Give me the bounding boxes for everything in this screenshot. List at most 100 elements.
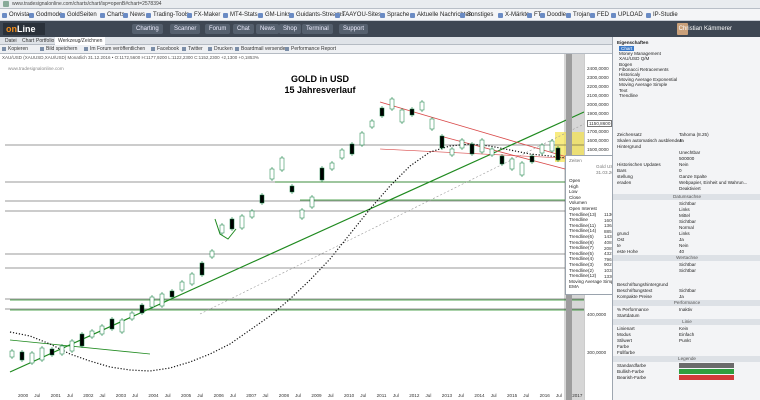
nav-tab-shop[interactable]: Shop	[279, 24, 302, 34]
user-name[interactable]: Christian Kämmerer	[679, 24, 732, 34]
line_props-dropdown-icon-2[interactable]	[753, 339, 757, 343]
line_props-value-2[interactable]: Punkt	[679, 338, 691, 343]
chart-area[interactable]: 2000 Jul 2001 Jul 2002 Jul 2003 Jul 2004 Jul 2005 J…	[0, 54, 612, 400]
data_props-dropdown-icon-5[interactable]	[753, 232, 757, 236]
toolbar-button-1[interactable]: Bild speichern	[40, 46, 77, 53]
data_props-value-5[interactable]: Links	[679, 231, 690, 236]
price_props-dropdown-icon-1[interactable]	[753, 269, 757, 273]
bookmark-3[interactable]: Charts	[100, 10, 125, 20]
bookmark-10[interactable]: TAAYOU-Sites	[335, 10, 381, 20]
lower_props-dropdown-icon-0[interactable]	[753, 283, 757, 287]
indicator-item-2[interactable]: Low	[569, 189, 577, 194]
data_props-value-1[interactable]: Links	[679, 207, 690, 212]
bookmark-8[interactable]: GM-Links	[258, 10, 291, 20]
toolbar-button-7[interactable]: Performance Report	[285, 46, 336, 53]
indicator-item-13[interactable]: Trendline(5)	[569, 251, 594, 256]
legend_props-dropdown-icon-1[interactable]	[753, 370, 757, 374]
address-bar[interactable]: www.tradesignalonline.com/charts/chart/i…	[0, 0, 760, 9]
line_props-dropdown-icon-1[interactable]	[753, 333, 757, 337]
price_props-dropdown-icon-0[interactable]	[753, 263, 757, 267]
indicator-item-9[interactable]: Trendline(14)	[569, 228, 596, 233]
line_props-dropdown-icon-4[interactable]	[753, 351, 757, 355]
indicator-item-8[interactable]: Trendline(11)	[569, 223, 596, 228]
indicator-item-14[interactable]: Trendline(4)	[569, 256, 594, 261]
chart_props-value-6[interactable]: 0	[679, 168, 682, 173]
data_props-value-8[interactable]: 40	[679, 249, 684, 254]
chart_props-dropdown-icon-3[interactable]	[753, 151, 757, 155]
data_props-value-2[interactable]: Mittel	[679, 213, 690, 218]
bookmark-20[interactable]: IP-Studie	[646, 10, 678, 20]
perf_props-value-0[interactable]: Inaktiv	[679, 307, 692, 312]
legend-bullish-swatch[interactable]	[679, 369, 734, 374]
perf_props-dropdown-icon-1[interactable]	[753, 314, 757, 318]
data_props-dropdown-icon-7[interactable]	[753, 244, 757, 248]
data_props-value-0[interactable]: Sichtbar	[679, 201, 696, 206]
indicator-item-12[interactable]: Trendline(7)	[569, 245, 594, 250]
toolbar-button-6[interactable]: Boardmail versenden	[235, 46, 288, 53]
nav-tab-scanner[interactable]: Scanner	[170, 24, 201, 34]
logo[interactable]: onLine	[3, 23, 45, 35]
indicator-item-16[interactable]: Trendline(2)	[569, 268, 594, 273]
tree-item-9[interactable]: Trendline	[619, 93, 638, 98]
bookmark-11[interactable]: Sprache	[380, 10, 409, 20]
lower_props-value-2[interactable]: Ja	[679, 294, 684, 299]
chart_props-value-4[interactable]: 500000	[679, 156, 694, 161]
bookmark-17[interactable]: Trojan	[566, 10, 590, 20]
line_props-dropdown-icon-3[interactable]	[753, 345, 757, 349]
indicator-item-4[interactable]: Volumen	[569, 200, 587, 205]
nav-tab-terminal[interactable]: Terminal	[302, 24, 333, 34]
perf_props-dropdown-icon-0[interactable]	[753, 308, 757, 312]
sub-tab-3[interactable]: Werkzeug/Zeichnen	[55, 37, 106, 45]
data_props-value-7[interactable]: Nein	[679, 243, 688, 248]
price_props-value-0[interactable]: Sichtbar	[679, 262, 696, 267]
chart_props-dropdown-icon-0[interactable]	[753, 133, 757, 137]
bookmark-7[interactable]: MT4-Stats	[223, 10, 258, 20]
bookmark-1[interactable]: Godmode	[29, 10, 62, 20]
nav-tab-chat[interactable]: Chat	[233, 24, 254, 34]
chart_props-dropdown-icon-4[interactable]	[753, 157, 757, 161]
lower_props-dropdown-icon-1[interactable]	[753, 289, 757, 293]
lower_props-value-1[interactable]: Sichtbar	[679, 288, 696, 293]
data_props-dropdown-icon-4[interactable]	[753, 226, 757, 230]
data_props-dropdown-icon-6[interactable]	[753, 238, 757, 242]
line_props-dropdown-icon-0[interactable]	[753, 327, 757, 331]
nav-tab-forum[interactable]: Forum	[205, 24, 231, 34]
bookmark-16[interactable]: Doodle	[540, 10, 566, 20]
indicator-item-7[interactable]: Trendline	[569, 217, 588, 222]
toolbar-button-3[interactable]: Facebook	[151, 46, 179, 53]
chart_props-dropdown-icon-5[interactable]	[753, 163, 757, 167]
chart_props-dropdown-icon-7[interactable]	[753, 175, 757, 179]
data_props-dropdown-icon-1[interactable]	[753, 208, 757, 212]
indicator-item-15[interactable]: Trendline(3)	[569, 262, 594, 267]
properties-panel[interactable]: Eigenschaften Chart Money Management XAU/US…	[612, 37, 760, 400]
indicator-item-11[interactable]: Trendline(8)	[569, 240, 594, 245]
chart_props-dropdown-icon-1[interactable]	[753, 139, 757, 143]
price_props-dropdown-icon-2[interactable]	[753, 275, 757, 279]
chart_props-value-1[interactable]: Ja	[679, 138, 684, 143]
bookmark-6[interactable]: FX-Maker	[187, 10, 220, 20]
line_props-value-0[interactable]: Kein	[679, 326, 688, 331]
indicator-item-17[interactable]: Trendline(12)	[569, 273, 596, 278]
data_props-dropdown-icon-8[interactable]	[753, 250, 757, 254]
sub-tab-2[interactable]: Portfolio	[33, 37, 57, 45]
data_props-dropdown-icon-0[interactable]	[753, 202, 757, 206]
toolbar-button-0[interactable]: Kopieren	[2, 46, 28, 53]
chart_props-dropdown-icon-9[interactable]	[753, 187, 757, 191]
bookmark-4[interactable]: News	[123, 10, 145, 20]
toolbar-button-2[interactable]: Im Forum veröffentlichen	[84, 46, 145, 53]
bookmark-2[interactable]: GoldSeiten	[60, 10, 97, 20]
price_props-value-1[interactable]: Sichtbar	[679, 268, 696, 273]
bookmark-5[interactable]: Trading-Tools	[146, 10, 189, 20]
line_props-value-1[interactable]: Einfach	[679, 332, 694, 337]
chart_props-dropdown-icon-6[interactable]	[753, 169, 757, 173]
data_props-value-3[interactable]: Sichtbar	[679, 219, 696, 224]
indicator-item-19[interactable]: EMA	[569, 284, 579, 289]
data_props-value-6[interactable]: Ja	[679, 237, 684, 242]
chart_props-value-3[interactable]: Unechtbar	[679, 150, 700, 155]
chart_props-dropdown-icon-2[interactable]	[753, 145, 757, 149]
sub-tab-0[interactable]: Datei	[2, 37, 20, 45]
indicator-item-0[interactable]: Open	[569, 178, 580, 183]
bookmark-18[interactable]: FED	[590, 10, 609, 20]
chart_props-value-0[interactable]: Tahoma (8.25)	[679, 132, 709, 137]
chart_props-value-7[interactable]: Ganze Spalte	[679, 174, 707, 179]
